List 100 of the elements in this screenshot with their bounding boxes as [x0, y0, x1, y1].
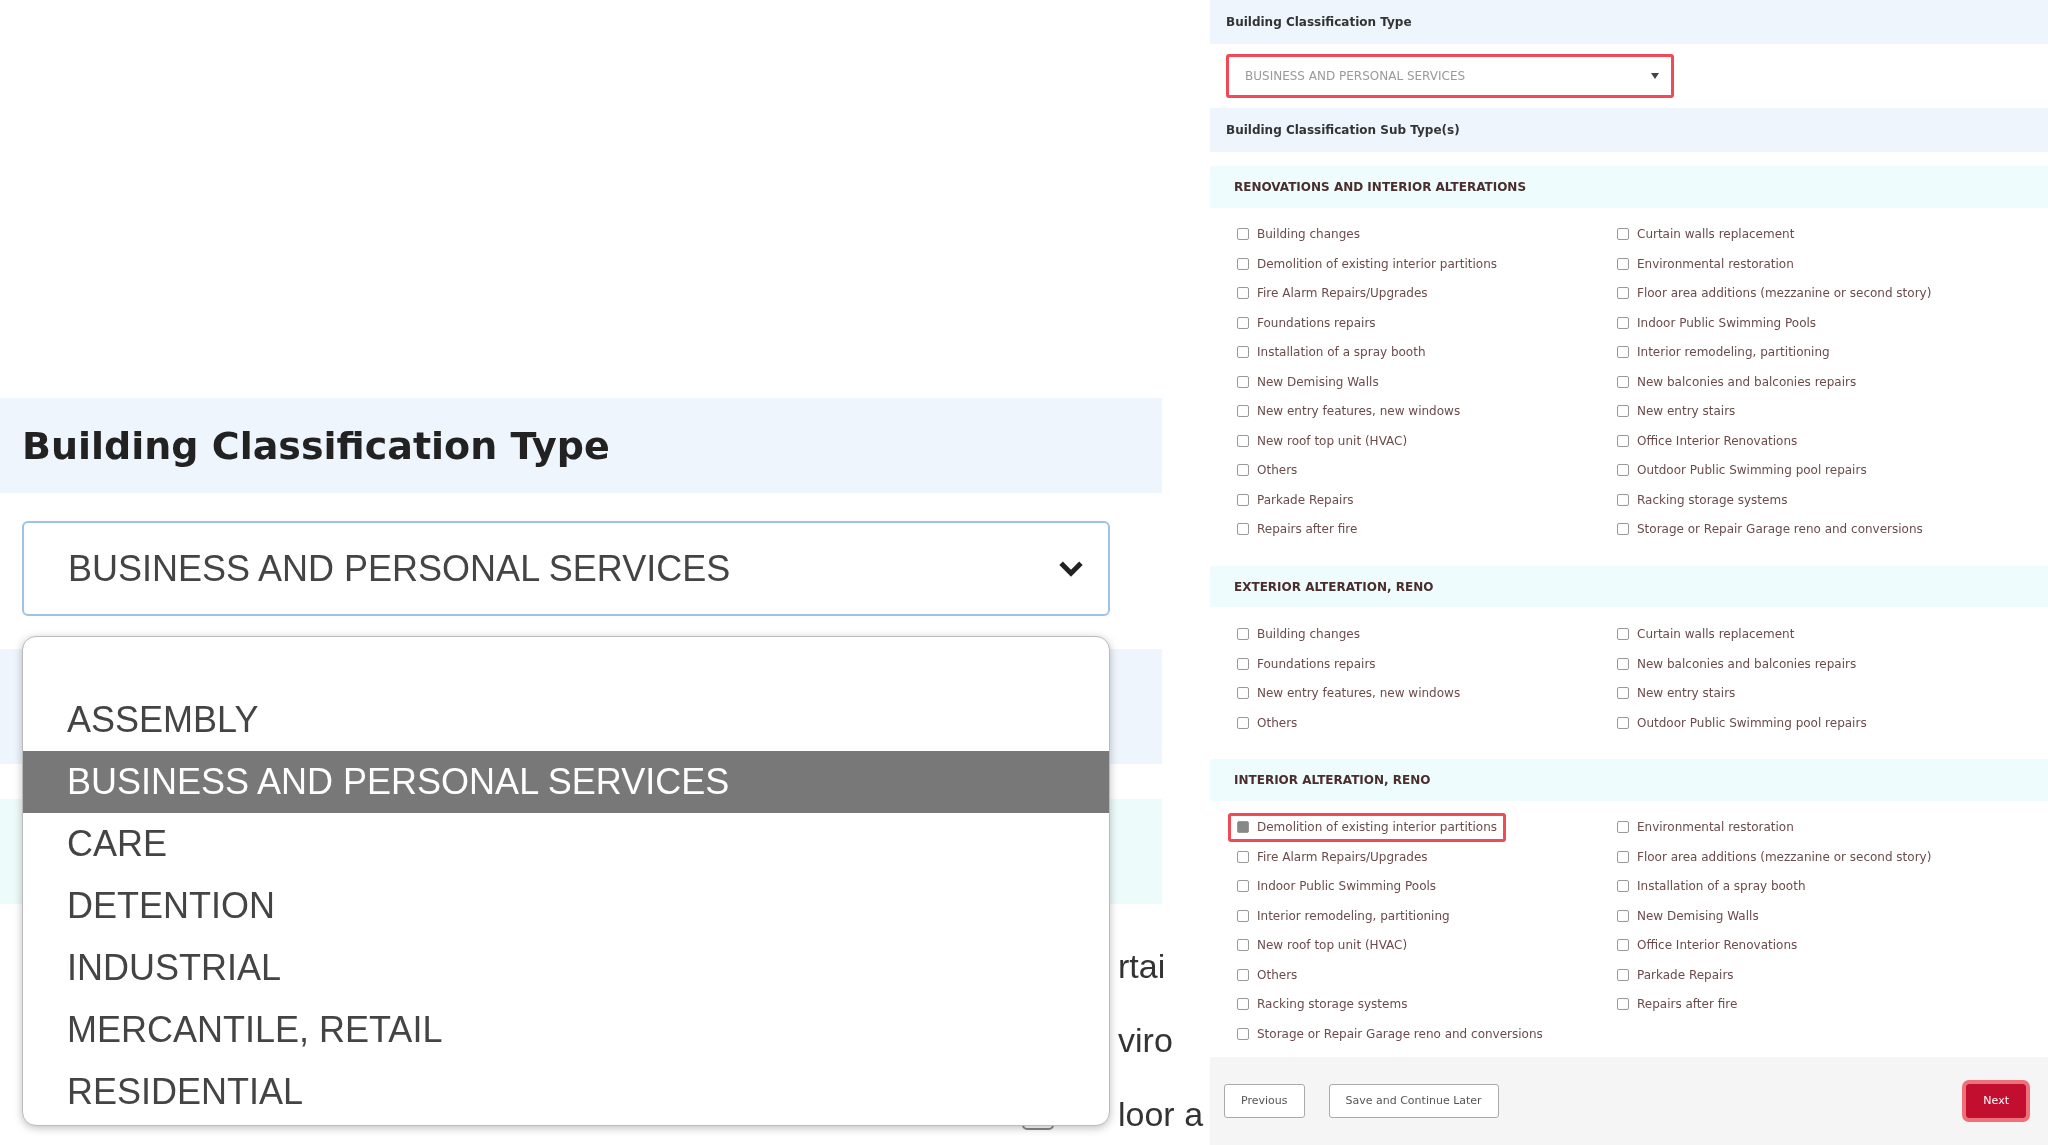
checkbox-option[interactable]: New Demising Walls: [1608, 901, 1768, 931]
checkbox[interactable]: [1237, 434, 1249, 447]
checkbox-option[interactable]: New Demising Walls: [1228, 367, 1388, 397]
checkbox[interactable]: [1617, 850, 1629, 863]
checkbox-option[interactable]: Storage or Repair Garage reno and conversions: [1608, 514, 1932, 545]
checkbox-option[interactable]: Interior remodeling, partitioning: [1228, 901, 1459, 931]
checkbox[interactable]: [1237, 687, 1249, 700]
checkbox-option[interactable]: Demolition of existing interior partitions: [1228, 812, 1506, 843]
checkbox[interactable]: [1237, 287, 1249, 300]
checkbox[interactable]: [1237, 346, 1249, 359]
checkbox-option[interactable]: Interior remodeling, partitioning: [1608, 337, 1839, 368]
checkbox[interactable]: [1617, 257, 1629, 270]
checkbox[interactable]: [1617, 493, 1629, 506]
checkbox-option[interactable]: Foundations repairs: [1228, 648, 1385, 679]
checkbox[interactable]: [1617, 375, 1629, 388]
checkbox-option[interactable]: Foundations repairs: [1228, 308, 1385, 338]
checkbox[interactable]: [1237, 628, 1249, 641]
checkbox[interactable]: [1617, 880, 1629, 893]
checkbox-option[interactable]: Parkade Repairs: [1608, 960, 1743, 990]
checkbox-option[interactable]: Curtain walls replacement: [1608, 219, 1804, 250]
checkbox[interactable]: [1617, 434, 1629, 447]
checkbox[interactable]: [1237, 909, 1249, 922]
checkbox[interactable]: [1617, 998, 1629, 1011]
checkbox[interactable]: [1237, 523, 1249, 536]
checkbox[interactable]: [1237, 657, 1249, 670]
checkbox[interactable]: [1237, 968, 1249, 981]
checkbox-option[interactable]: Office Interior Renovations: [1608, 930, 1807, 961]
checkbox[interactable]: [1617, 287, 1629, 300]
checkbox[interactable]: [1617, 909, 1629, 922]
checkbox-option[interactable]: Others: [1228, 707, 1307, 738]
checkbox-option[interactable]: Environmental restoration: [1608, 812, 1803, 843]
checkbox-option[interactable]: Floor area additions (mezzanine or second story): [1608, 842, 1941, 872]
checkbox[interactable]: [1617, 405, 1629, 418]
checkbox-option[interactable]: Indoor Public Swimming Pools: [1608, 308, 1826, 338]
dropdown-option[interactable]: CARE: [23, 813, 1109, 875]
checkbox-option[interactable]: Repairs after fire: [1608, 989, 1747, 1020]
checkbox[interactable]: [1237, 821, 1249, 834]
checkbox[interactable]: [1237, 316, 1249, 329]
dropdown-option[interactable]: MERCANTILE, RETAIL: [23, 999, 1109, 1061]
checkbox-option[interactable]: Storage or Repair Garage reno and conversions: [1228, 1019, 1552, 1049]
checkbox[interactable]: [1237, 850, 1249, 863]
dropdown-option[interactable]: DETENTION: [23, 875, 1109, 937]
checkbox[interactable]: [1617, 228, 1629, 241]
checkbox[interactable]: [1617, 821, 1629, 834]
checkbox-option[interactable]: Demolition of existing interior partitions: [1228, 249, 1506, 279]
dropdown-option[interactable]: INDUSTRIAL: [23, 937, 1109, 999]
checkbox[interactable]: [1237, 939, 1249, 952]
dropdown-option[interactable]: ASSEMBLY: [23, 689, 1109, 751]
checkbox[interactable]: [1617, 939, 1629, 952]
checkbox-option[interactable]: Environmental restoration: [1608, 249, 1803, 279]
select-field[interactable]: BUSINESS AND PERSONAL SERVICES: [22, 521, 1110, 616]
checkbox[interactable]: [1617, 346, 1629, 359]
checkbox-option[interactable]: Installation of a spray booth: [1228, 337, 1435, 368]
checkbox[interactable]: [1617, 716, 1629, 729]
nav-button[interactable]: Previous: [1224, 1083, 1305, 1118]
checkbox-option[interactable]: Racking storage systems: [1228, 989, 1417, 1020]
checkbox-option[interactable]: Installation of a spray booth: [1608, 871, 1815, 902]
checkbox-option[interactable]: New roof top unit (HVAC): [1228, 930, 1417, 961]
checkbox-option[interactable]: New balconies and balconies repairs: [1608, 367, 1866, 397]
checkbox[interactable]: [1617, 628, 1629, 641]
checkbox-option[interactable]: Repairs after fire: [1228, 514, 1367, 545]
checkbox-option[interactable]: New entry stairs: [1608, 396, 1745, 427]
checkbox[interactable]: [1617, 968, 1629, 981]
checkbox-option[interactable]: Outdoor Public Swimming pool repairs: [1608, 455, 1876, 486]
checkbox[interactable]: [1237, 228, 1249, 241]
checkbox[interactable]: [1617, 523, 1629, 536]
checkbox-option[interactable]: Building changes: [1228, 619, 1369, 649]
checkbox[interactable]: [1237, 880, 1249, 893]
checkbox-option[interactable]: Building changes: [1228, 219, 1369, 250]
checkbox-option[interactable]: New entry stairs: [1608, 678, 1745, 708]
checkbox[interactable]: [1237, 716, 1249, 729]
checkbox-option[interactable]: Parkade Repairs: [1228, 485, 1363, 515]
checkbox[interactable]: [1237, 375, 1249, 388]
checkbox[interactable]: [1237, 998, 1249, 1011]
dropdown-option[interactable]: BUSINESS AND PERSONAL SERVICES: [23, 751, 1109, 813]
checkbox-option[interactable]: Outdoor Public Swimming pool repairs: [1608, 707, 1876, 738]
checkbox-option[interactable]: Indoor Public Swimming Pools: [1228, 871, 1446, 902]
checkbox[interactable]: [1617, 464, 1629, 477]
checkbox-option[interactable]: Fire Alarm Repairs/Upgrades: [1228, 842, 1437, 872]
checkbox-option[interactable]: New balconies and balconies repairs: [1608, 648, 1866, 679]
checkbox[interactable]: [1617, 657, 1629, 670]
checkbox-option[interactable]: Office Interior Renovations: [1608, 426, 1807, 456]
dropdown-option[interactable]: RESIDENTIAL: [23, 1061, 1109, 1123]
checkbox-option[interactable]: New entry features, new windows: [1228, 396, 1470, 427]
checkbox-option[interactable]: Racking storage systems: [1608, 485, 1797, 515]
checkbox[interactable]: [1237, 493, 1249, 506]
checkbox[interactable]: [1237, 405, 1249, 418]
checkbox-option[interactable]: New entry features, new windows: [1228, 678, 1470, 708]
checkbox-option[interactable]: Others: [1228, 960, 1307, 990]
checkbox-option[interactable]: Others: [1228, 455, 1307, 486]
checkbox[interactable]: [1237, 257, 1249, 270]
checkbox-option[interactable]: Floor area additions (mezzanine or second story): [1608, 278, 1941, 309]
checkbox[interactable]: [1617, 316, 1629, 329]
checkbox[interactable]: [1617, 687, 1629, 700]
checkbox-option[interactable]: Curtain walls replacement: [1608, 619, 1804, 649]
checkbox[interactable]: [1237, 464, 1249, 477]
nav-button[interactable]: Save and Continue Later: [1328, 1083, 1499, 1118]
checkbox[interactable]: [1237, 1027, 1249, 1040]
checkbox-option[interactable]: New roof top unit (HVAC): [1228, 426, 1417, 456]
checkbox-option[interactable]: Fire Alarm Repairs/Upgrades: [1228, 278, 1437, 309]
